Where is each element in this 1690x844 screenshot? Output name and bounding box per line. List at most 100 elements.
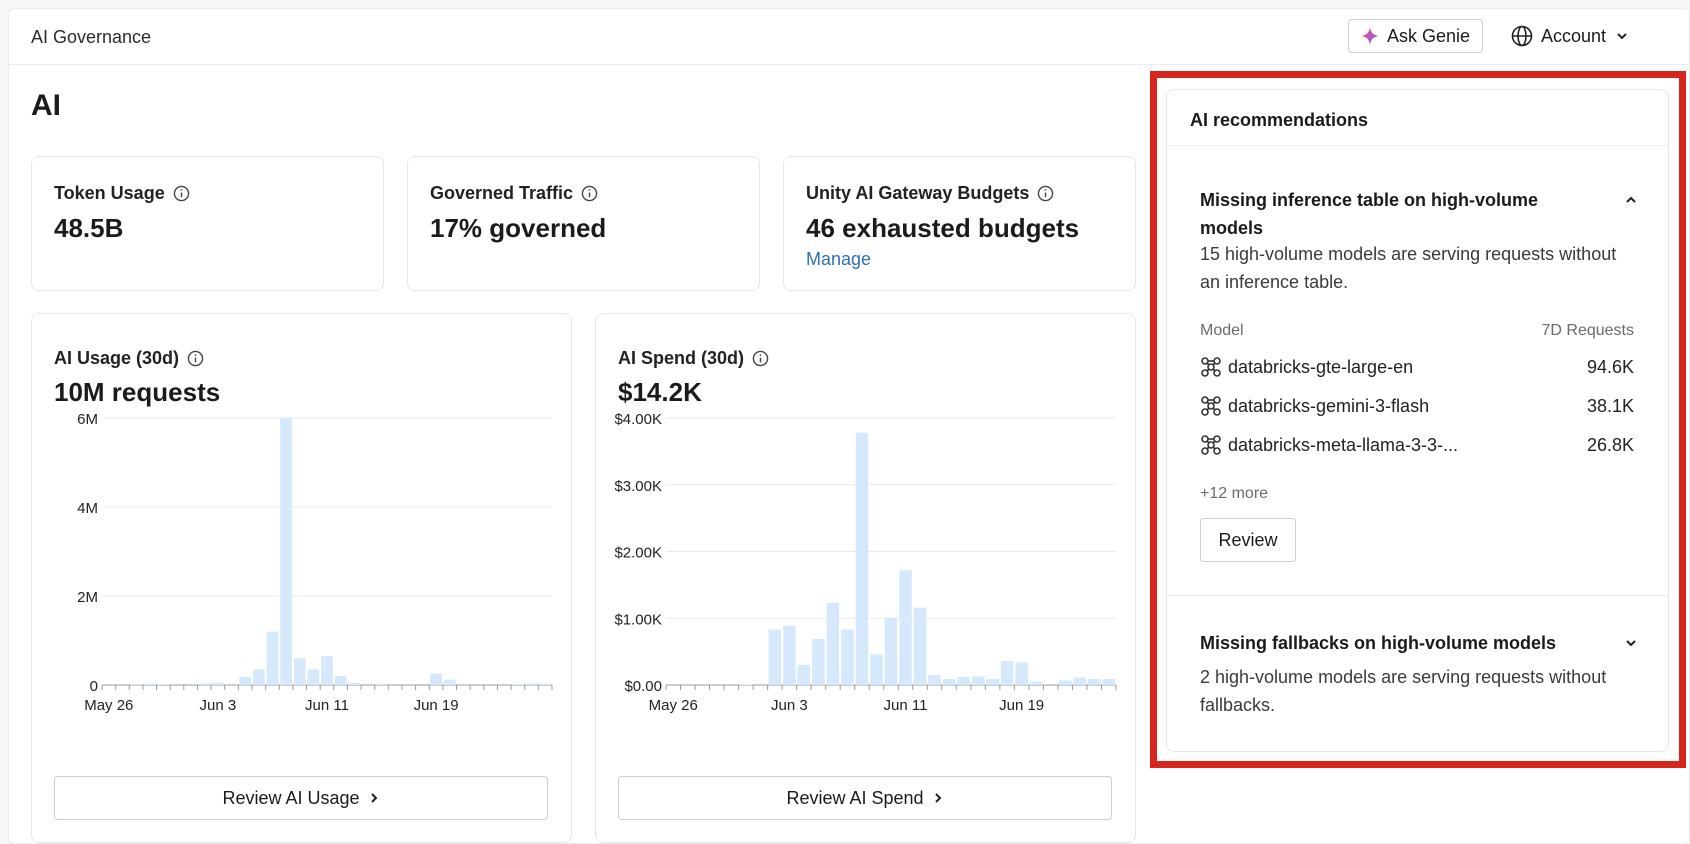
model-graph-icon: [1201, 435, 1221, 455]
ai-recommendations-panel: AI recommendations Missing inference tab…: [1166, 89, 1669, 752]
bar: [870, 654, 883, 685]
y-tick-label: $0.00: [624, 678, 662, 695]
model-name: databricks-gte-large-en: [1228, 356, 1414, 377]
token-usage-label: Token Usage: [54, 183, 165, 203]
chevron-up-icon[interactable]: [1624, 193, 1638, 207]
bar: [198, 683, 211, 685]
x-tick-label: Jun 3: [771, 697, 808, 714]
bar: [539, 683, 551, 685]
review-ai-spend-button[interactable]: Review AI Spend: [618, 776, 1112, 820]
bar: [1015, 662, 1028, 685]
model-name-cell: databricks-gemini-3-flash: [1200, 395, 1429, 417]
gateway-budgets-value: 46 exhausted budgets: [806, 213, 1080, 243]
bar: [913, 607, 927, 685]
manage-link[interactable]: Manage: [806, 249, 871, 270]
bar: [253, 669, 265, 685]
bar: [293, 658, 306, 685]
ai-spend-card: AI Spend (30d) $14.2K $4.00K $3.00K $2.00K…: [595, 313, 1136, 843]
bar: [512, 684, 524, 685]
rec-divider: [1167, 595, 1668, 596]
x-tick-label: Jun 11: [305, 697, 349, 714]
bar: [1000, 660, 1014, 685]
bar: [1087, 678, 1101, 685]
x-tick-label: Jun 3: [200, 697, 237, 714]
info-icon[interactable]: [1037, 185, 1054, 202]
rec-title: AI recommendations: [1190, 110, 1369, 130]
model-column-header: Model: [1200, 322, 1244, 339]
info-icon[interactable]: [173, 185, 190, 202]
globe-icon: [1511, 25, 1533, 47]
bar: [1058, 680, 1072, 685]
review-ai-usage-button[interactable]: Review AI Usage: [54, 776, 548, 820]
ask-genie-button[interactable]: Ask Genie: [1348, 19, 1484, 53]
x-tick-label: May 26: [84, 697, 133, 714]
bar: [130, 684, 142, 685]
rec-item-title-inference[interactable]: Missing inference table on high-volume m…: [1200, 186, 1600, 242]
bar: [739, 684, 753, 685]
bar: [942, 678, 956, 685]
bar: [855, 432, 869, 685]
model-name-cell: databricks-gte-large-en: [1200, 356, 1413, 378]
y-tick-label: 2M: [77, 589, 98, 606]
model-name: databricks-gemini-3-flash: [1228, 395, 1430, 416]
ai-spend-chart: $4.00K $3.00K $2.00K $1.00K $0.00 May 26 Jun 3…: [614, 411, 1117, 714]
bar: [841, 629, 854, 685]
stat-label: Unity AI Gateway Budgets: [806, 183, 1054, 204]
app-window: AI Governance Ask Genie Account AI Token…: [8, 8, 1690, 844]
model-name: databricks-meta-llama-3-3-...: [1228, 434, 1459, 455]
model-graph-icon: [1201, 357, 1221, 377]
bar: [280, 418, 292, 685]
bar: [1073, 677, 1086, 685]
info-icon[interactable]: [581, 185, 598, 202]
stat-label: Token Usage: [54, 183, 190, 204]
x-tick-label: Jun 19: [999, 697, 1044, 714]
bar: [266, 631, 279, 685]
bar: [971, 676, 985, 685]
bar: [797, 664, 811, 685]
bar: [212, 682, 224, 685]
bar: [307, 669, 320, 685]
model-requests: 26.8K: [1586, 434, 1634, 455]
token-usage-value: 48.5B: [54, 213, 124, 243]
model-requests: 94.6K: [1586, 356, 1634, 377]
x-tick-label: May 26: [649, 697, 698, 714]
chevron-down-icon[interactable]: [1624, 636, 1638, 650]
bar: [957, 676, 970, 685]
account-menu[interactable]: Account: [1511, 21, 1630, 51]
top-bar: AI Governance Ask Genie Account: [9, 9, 1689, 65]
bar: [986, 678, 999, 685]
bar: [899, 570, 912, 685]
bar: [443, 679, 456, 685]
requests-column-header: 7D Requests: [1541, 322, 1635, 339]
y-tick-label: 0: [90, 678, 98, 695]
bar: [1029, 681, 1043, 685]
ask-genie-label: Ask Genie: [1387, 25, 1471, 46]
chevron-right-icon: [934, 793, 941, 803]
model-row: databricks-meta-llama-3-3-... 26.8K: [1200, 431, 1634, 459]
bar: [768, 629, 782, 685]
y-tick-label: 4M: [77, 500, 98, 517]
genie-sparkle-icon: [1361, 27, 1379, 45]
rec-item-title-fallbacks[interactable]: Missing fallbacks on high-volume models: [1200, 629, 1640, 657]
model-requests: 38.1K: [1586, 395, 1634, 416]
ai-usage-card: AI Usage (30d) 10M requests 6M 4M 2M 0 May 2…: [31, 313, 572, 843]
rec-item-desc-fallbacks: 2 high-volume models are serving request…: [1200, 667, 1607, 715]
y-tick-label: $2.00K: [614, 545, 662, 562]
bar: [783, 625, 796, 685]
y-tick-label: 6M: [77, 411, 98, 428]
page-title: AI: [31, 89, 61, 122]
bar: [430, 673, 442, 685]
app-title: AI Governance: [31, 27, 152, 47]
x-tick-label: Jun 19: [414, 697, 459, 714]
model-name-cell: databricks-meta-llama-3-3-...: [1200, 434, 1458, 456]
y-tick-label: $3.00K: [614, 478, 662, 495]
review-ai-usage-label: Review AI Usage: [222, 787, 360, 808]
account-label: Account: [1541, 25, 1607, 46]
bar: [826, 602, 840, 685]
bar: [321, 656, 333, 685]
governed-traffic-value: 17% governed: [430, 213, 607, 243]
more-models-link[interactable]: +12 more: [1200, 485, 1268, 503]
rec-review-button[interactable]: Review: [1200, 518, 1296, 562]
rec-header: AI recommendations: [1167, 90, 1668, 146]
bar: [375, 683, 388, 685]
